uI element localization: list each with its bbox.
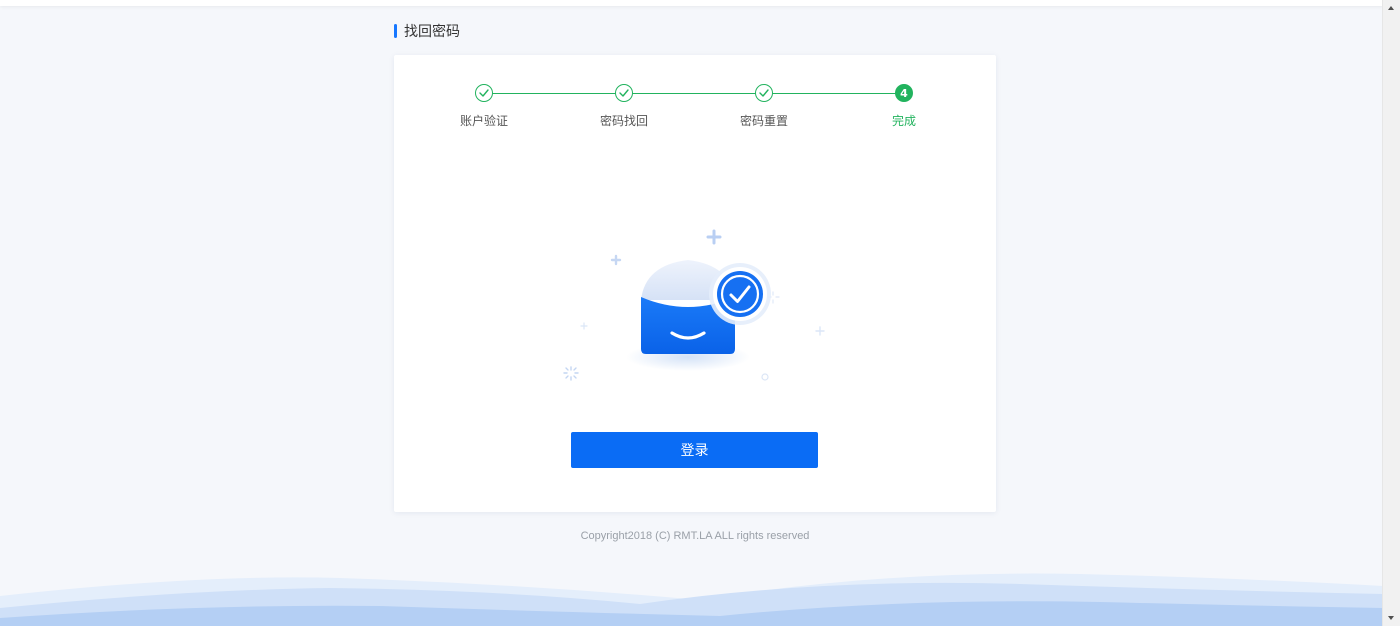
step-label: 密码找回 xyxy=(599,114,648,128)
step-label: 账户验证 xyxy=(459,114,508,128)
check-icon xyxy=(475,84,493,102)
scroll-down-icon[interactable] xyxy=(1388,616,1394,620)
login-button[interactable]: 登录 xyxy=(571,432,818,468)
mail-success-icon xyxy=(550,225,840,395)
step-number: 4 xyxy=(895,84,913,102)
check-icon xyxy=(755,84,773,102)
step-label: 密码重置 xyxy=(739,114,788,128)
page-title-text: 找回密码 xyxy=(404,24,460,40)
top-bar xyxy=(0,0,1383,6)
title-accent-bar xyxy=(394,24,397,38)
progress-steps: 账户验证 密码找回 密码重置 4 完成 xyxy=(394,84,996,134)
step-label: 完成 xyxy=(891,114,916,128)
vertical-scrollbar[interactable] xyxy=(1382,0,1400,626)
scroll-up-icon[interactable] xyxy=(1388,6,1394,10)
step-account-verify: 账户验证 xyxy=(444,84,524,129)
step-password-reset: 密码重置 xyxy=(724,84,804,129)
wave-background xyxy=(0,573,1383,626)
check-icon xyxy=(615,84,633,102)
copyright-text: Copyright2018 (C) RMT.LA ALL rights rese… xyxy=(580,530,810,542)
page-title: 找回密码 xyxy=(394,21,460,41)
step-password-retrieve: 密码找回 xyxy=(584,84,664,129)
step-complete: 4 完成 xyxy=(864,84,944,129)
reset-password-card: 账户验证 密码找回 密码重置 4 完成 登录 xyxy=(394,55,996,512)
